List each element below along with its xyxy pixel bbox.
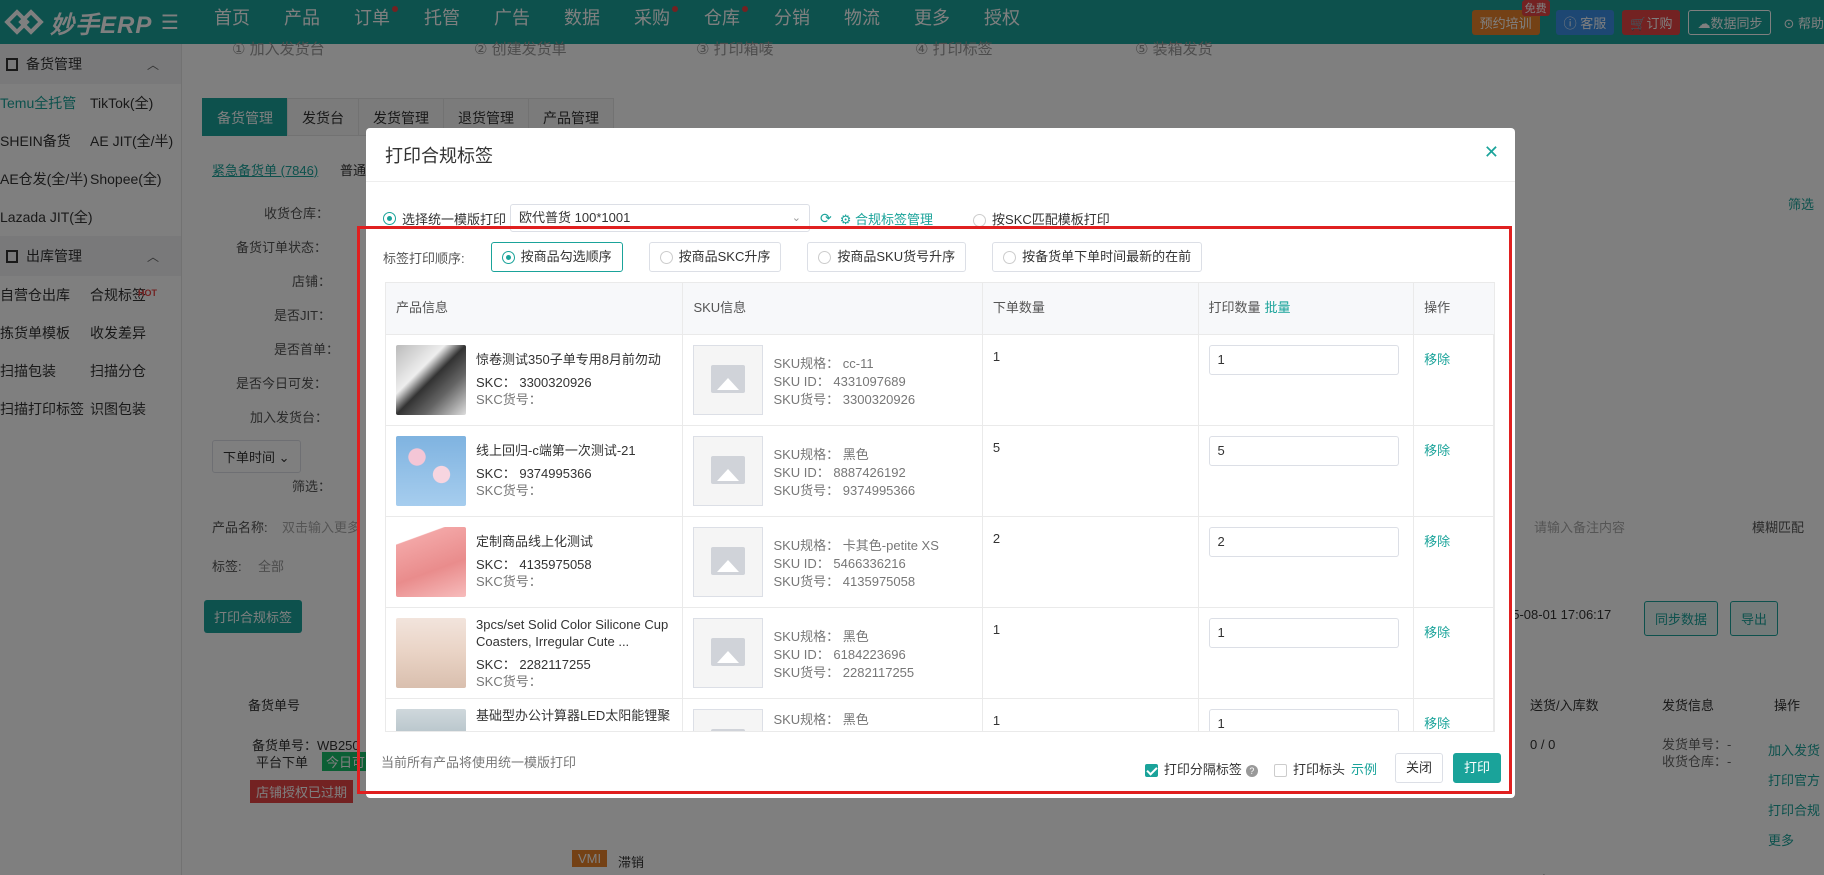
highlight-box <box>357 226 1512 794</box>
radio-unified[interactable] <box>383 211 396 225</box>
template-manage-label: 合规标签管理 <box>855 211 934 227</box>
radio-skc-wrap: 按SKC匹配模板打印 <box>973 209 1110 228</box>
radio-unified-label: 选择统一模版打印 <box>402 211 507 227</box>
close-icon[interactable]: ✕ <box>1484 142 1499 163</box>
radio-skc[interactable] <box>973 213 987 227</box>
refresh-icon[interactable]: ⟳ <box>820 210 832 227</box>
template-manage-link[interactable]: ⚙ 合规标签管理 <box>840 209 933 228</box>
template-select-value: 欧代普货 100*1001 <box>519 210 631 225</box>
dialog-header: 打印合规标签 ✕ <box>366 128 1515 182</box>
radio-skc-label: 按SKC匹配模板打印 <box>992 211 1110 227</box>
dialog-title: 打印合规标签 <box>385 145 493 166</box>
